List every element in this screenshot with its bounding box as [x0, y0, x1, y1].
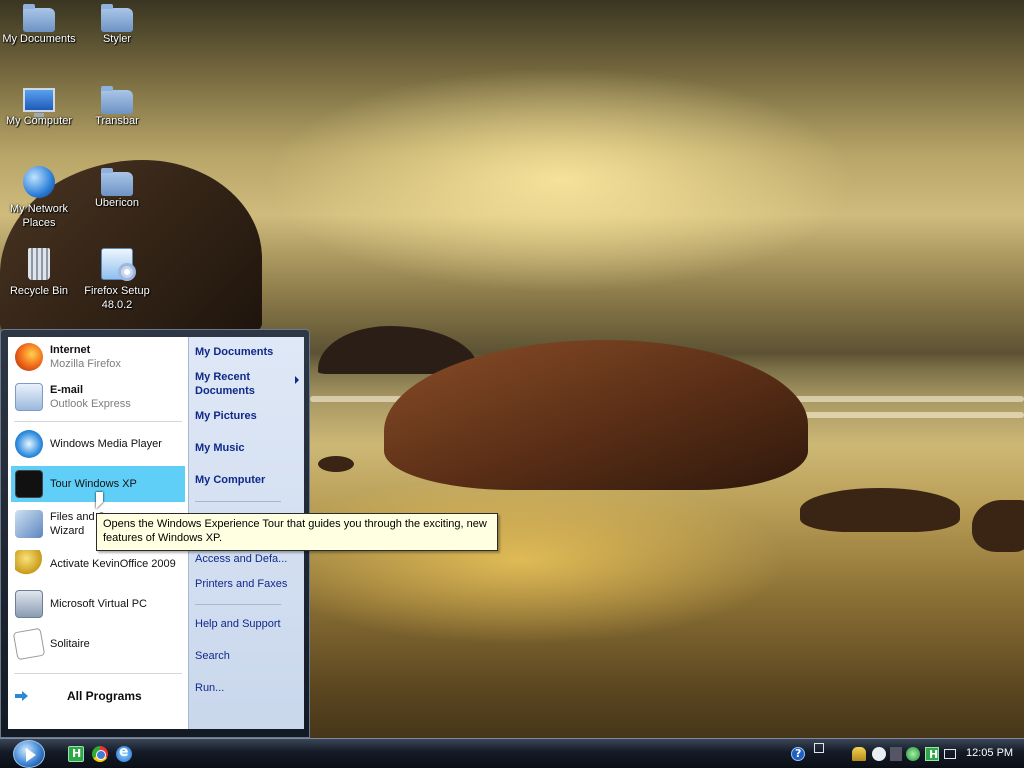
network-icon[interactable] [890, 747, 902, 761]
link-my-music[interactable]: My Music [195, 441, 301, 455]
program-label: Windows Media Player [50, 438, 162, 450]
msn-icon[interactable] [872, 747, 886, 761]
chrome-icon[interactable] [92, 746, 108, 762]
tooltip-line1: Opens the Windows Experience Tour that g… [103, 518, 487, 530]
link-label-line1: My Recent [195, 371, 251, 383]
wallpaper-rock [318, 456, 354, 472]
link-my-pictures[interactable]: My Pictures [195, 409, 301, 423]
link-search[interactable]: Search [195, 649, 301, 663]
h-app-icon[interactable] [68, 746, 84, 762]
program-solitaire[interactable]: Solitaire [11, 626, 185, 662]
desktop-icon-ubericon[interactable]: Ubericon [78, 168, 156, 210]
link-label-line2: Documents [195, 385, 255, 397]
desktop-icon-label: Firefox Setup 48.0.2 [84, 285, 150, 311]
installer-icon [101, 248, 136, 281]
wallpaper-rock [972, 500, 1024, 552]
virtual-pc-icon [15, 590, 43, 618]
desktop-icon-label: My Network Places [9, 203, 69, 229]
pinned-subtitle: Outlook Express [50, 398, 131, 410]
clock[interactable]: 12:05 PM [966, 747, 1013, 759]
desktop-icon-firefox-setup[interactable]: Firefox Setup 48.0.2 [78, 248, 156, 312]
monitor-icon [23, 88, 55, 117]
desktop-icon-label: Transbar [95, 115, 139, 127]
outlook-express-icon [15, 383, 43, 411]
program-windows-media-player[interactable]: Windows Media Player [11, 426, 185, 462]
all-programs-label: All Programs [67, 689, 142, 703]
link-my-computer[interactable]: My Computer [195, 473, 301, 487]
start-button[interactable] [13, 740, 45, 768]
folder-icon [101, 168, 133, 196]
key-icon[interactable] [852, 747, 866, 761]
globe-icon[interactable] [906, 747, 920, 761]
link-my-recent-documents[interactable]: My Recent Documents [195, 370, 301, 398]
desktop-icon-transbar[interactable]: Transbar [78, 86, 156, 128]
desktop-icon-my-computer[interactable]: My Computer [0, 86, 78, 128]
wallpaper-rock [800, 488, 960, 532]
h-app-icon[interactable] [925, 747, 939, 761]
mouse-cursor-icon [96, 492, 103, 509]
desktop-icon-label: Recycle Bin [9, 285, 69, 297]
window-icon[interactable] [814, 743, 824, 753]
desktop-icon-label: Styler [102, 33, 132, 45]
link-my-documents[interactable]: My Documents [195, 345, 301, 359]
program-label: Solitaire [50, 638, 90, 650]
desktop-icon-my-network-places[interactable]: My Network Places [0, 166, 78, 230]
desktop-icon-my-documents[interactable]: My Documents [0, 4, 78, 46]
pinned-title: Internet [50, 344, 91, 356]
desktop-icon-styler[interactable]: Styler [78, 4, 156, 46]
all-programs-button[interactable]: All Programs [11, 682, 185, 710]
link-run[interactable]: Run... [195, 681, 301, 695]
solitaire-icon [12, 627, 46, 661]
pinned-subtitle: Mozilla Firefox [50, 358, 121, 370]
link-help-support[interactable]: Help and Support [195, 617, 301, 631]
desktop-icon-label: My Documents [2, 33, 76, 45]
tooltip-line2: features of Windows XP. [103, 532, 223, 544]
program-label: Activate KevinOffice 2009 [50, 558, 176, 570]
separator [14, 421, 182, 422]
help-icon[interactable] [791, 747, 805, 761]
tour-xp-icon [15, 470, 43, 498]
program-label: Microsoft Virtual PC [50, 598, 147, 610]
globe-icon [23, 166, 55, 198]
taskbar: 12:05 PM [0, 738, 1024, 768]
tooltip: Opens the Windows Experience Tour that g… [96, 513, 498, 551]
separator [195, 501, 281, 502]
media-player-icon [15, 430, 43, 458]
arrow-right-icon [15, 691, 29, 701]
folder-icon [23, 4, 55, 32]
folder-icon [101, 86, 133, 114]
pinned-title: E-mail [50, 384, 84, 396]
battery-icon[interactable] [944, 749, 956, 759]
pinned-email[interactable]: E-mail Outlook Express [11, 379, 185, 415]
folder-icon [101, 4, 133, 32]
start-menu-footer [1, 727, 309, 737]
submenu-arrow-icon [295, 376, 299, 384]
separator [195, 604, 281, 605]
link-access-defaults[interactable]: Access and Defa... [195, 552, 301, 566]
program-microsoft-virtual-pc[interactable]: Microsoft Virtual PC [11, 586, 185, 622]
recycle-bin-icon [28, 248, 50, 280]
firefox-icon [15, 343, 43, 371]
separator [14, 673, 182, 674]
pinned-internet[interactable]: Internet Mozilla Firefox [11, 339, 185, 375]
link-printers-faxes[interactable]: Printers and Faxes [195, 577, 301, 591]
transfer-wizard-icon [15, 510, 43, 538]
key-icon [15, 550, 43, 578]
wallpaper-surf [780, 412, 1024, 418]
program-activate-kevinoffice[interactable]: Activate KevinOffice 2009 [11, 546, 185, 582]
program-label: Tour Windows XP [50, 478, 137, 490]
internet-explorer-icon[interactable] [116, 744, 132, 762]
desktop-icon-recycle-bin[interactable]: Recycle Bin [0, 248, 78, 298]
desktop-icon-label: Ubericon [94, 197, 140, 209]
